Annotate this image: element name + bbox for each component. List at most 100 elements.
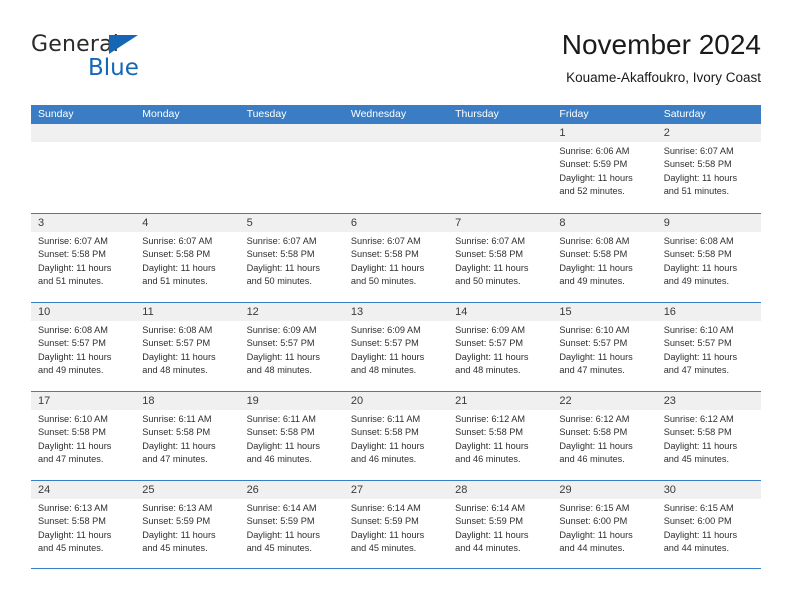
day-number: 14 <box>448 303 553 321</box>
calendar-day-cell[interactable]: 21 Sunrise: 6:12 AM Sunset: 5:58 PM Dayligh… <box>448 392 553 480</box>
calendar-day-cell[interactable]: 12 Sunrise: 6:09 AM Sunset: 5:57 PM Dayligh… <box>239 303 344 391</box>
day-details: Sunrise: 6:14 AM Sunset: 5:59 PM Daylight:… <box>344 499 448 556</box>
daylight-duration-line1: Daylight: 11 hours <box>350 262 425 273</box>
calendar-day-cell[interactable]: 30 Sunrise: 6:15 AM Sunset: 6:00 PM Dayligh… <box>656 481 761 568</box>
calendar-day-cell[interactable]: 6 Sunrise: 6:07 AM Sunset: 5:58 PM Daylight… <box>343 214 449 302</box>
calendar-day-cell[interactable]: 27 Sunrise: 6:14 AM Sunset: 5:59 PM Dayligh… <box>343 481 449 568</box>
sunset-time: Sunset: 5:58 PM <box>350 249 419 260</box>
day-details: Sunrise: 6:15 AM Sunset: 6:00 PM Daylight:… <box>552 499 656 556</box>
calendar-day-cell[interactable]: 5 Sunrise: 6:07 AM Sunset: 5:58 PM Daylight… <box>239 214 344 302</box>
daylight-duration-line1: Daylight: 11 hours <box>350 351 425 362</box>
day-details: Sunrise: 6:07 AM Sunset: 5:58 PM Daylight:… <box>657 142 761 199</box>
calendar-day-cell-empty <box>343 124 449 213</box>
daylight-duration-line1: Daylight: 11 hours <box>142 529 216 540</box>
sunset-time: Sunset: 5:58 PM <box>142 249 211 260</box>
calendar-day-cell[interactable]: 4 Sunrise: 6:07 AM Sunset: 5:58 PM Daylight… <box>135 214 240 302</box>
calendar-day-cell[interactable]: 11 Sunrise: 6:08 AM Sunset: 5:57 PM Dayligh… <box>135 303 240 391</box>
daylight-duration-line2: and 44 minutes. <box>663 543 730 554</box>
calendar-day-cell[interactable]: 20 Sunrise: 6:11 AM Sunset: 5:58 PM Dayligh… <box>343 392 449 480</box>
day-details <box>240 142 344 145</box>
day-details: Sunrise: 6:06 AM Sunset: 5:59 PM Daylight:… <box>552 142 656 199</box>
calendar-day-cell[interactable]: 15 Sunrise: 6:10 AM Sunset: 5:57 PM Dayligh… <box>552 303 657 391</box>
calendar-day-cell[interactable]: 13 Sunrise: 6:09 AM Sunset: 5:57 PM Dayligh… <box>343 303 449 391</box>
daylight-duration-line2: and 47 minutes. <box>663 365 730 376</box>
daylight-duration-line1: Daylight: 11 hours <box>559 262 633 273</box>
day-number: 27 <box>343 481 449 499</box>
day-number: 9 <box>656 214 761 232</box>
daylight-duration-line2: and 49 minutes. <box>663 276 730 287</box>
sunset-time: Sunset: 5:58 PM <box>663 249 732 260</box>
daylight-duration-line2: and 50 minutes. <box>455 276 521 287</box>
calendar-day-cell[interactable]: 19 Sunrise: 6:11 AM Sunset: 5:58 PM Dayligh… <box>239 392 344 480</box>
sunset-time: Sunset: 5:59 PM <box>350 516 419 527</box>
daylight-duration-line1: Daylight: 11 hours <box>246 529 320 540</box>
sunrise-time: Sunrise: 6:15 AM <box>559 503 630 513</box>
daylight-duration-line1: Daylight: 11 hours <box>663 529 738 540</box>
day-details: Sunrise: 6:08 AM Sunset: 5:58 PM Daylight:… <box>552 232 656 289</box>
sunset-time: Sunset: 5:58 PM <box>246 249 315 260</box>
daylight-duration-line2: and 45 minutes. <box>350 543 417 554</box>
general-blue-logo[interactable]: General Blue <box>31 32 231 88</box>
calendar-day-cell-empty <box>31 124 136 213</box>
daylight-duration-line1: Daylight: 11 hours <box>663 262 738 273</box>
day-number: 13 <box>343 303 449 321</box>
weekday-header-wednesday: Wednesday <box>350 108 407 120</box>
calendar-day-cell[interactable]: 8 Sunrise: 6:08 AM Sunset: 5:58 PM Daylight… <box>552 214 657 302</box>
calendar-day-cell[interactable]: 16 Sunrise: 6:10 AM Sunset: 5:57 PM Dayligh… <box>656 303 761 391</box>
sunset-time: Sunset: 5:57 PM <box>455 338 524 349</box>
daylight-duration-line2: and 46 minutes. <box>350 454 417 465</box>
calendar-day-cell[interactable]: 25 Sunrise: 6:13 AM Sunset: 5:59 PM Dayligh… <box>135 481 240 568</box>
daylight-duration-line2: and 46 minutes. <box>246 454 312 465</box>
daylight-duration-line1: Daylight: 11 hours <box>663 440 738 451</box>
calendar-day-cell[interactable]: 3 Sunrise: 6:07 AM Sunset: 5:58 PM Daylight… <box>31 214 136 302</box>
calendar-day-cell[interactable]: 17 Sunrise: 6:10 AM Sunset: 5:58 PM Dayligh… <box>31 392 136 480</box>
sunrise-time: Sunrise: 6:13 AM <box>142 503 213 513</box>
calendar-day-cell[interactable]: 24 Sunrise: 6:13 AM Sunset: 5:58 PM Dayligh… <box>31 481 136 568</box>
calendar-day-cell[interactable]: 10 Sunrise: 6:08 AM Sunset: 5:57 PM Dayligh… <box>31 303 136 391</box>
sunrise-time: Sunrise: 6:11 AM <box>246 414 316 424</box>
daylight-duration-line2: and 47 minutes. <box>559 365 625 376</box>
weekday-header-tuesday: Tuesday <box>246 108 287 120</box>
daylight-duration-line2: and 44 minutes. <box>559 543 625 554</box>
calendar-day-cell[interactable]: 22 Sunrise: 6:12 AM Sunset: 5:58 PM Dayligh… <box>552 392 657 480</box>
sunset-time: Sunset: 5:57 PM <box>663 338 732 349</box>
calendar-day-cell[interactable]: 14 Sunrise: 6:09 AM Sunset: 5:57 PM Dayligh… <box>448 303 553 391</box>
calendar-grid: Sunday Monday Tuesday Wednesday Thursday… <box>31 105 761 569</box>
day-details: Sunrise: 6:14 AM Sunset: 5:59 PM Daylight:… <box>448 499 552 556</box>
calendar-week-row: 10 Sunrise: 6:08 AM Sunset: 5:57 PM Dayligh… <box>31 302 761 391</box>
sunrise-time: Sunrise: 6:07 AM <box>663 146 734 156</box>
day-number: 8 <box>552 214 657 232</box>
sunset-time: Sunset: 5:58 PM <box>38 249 106 260</box>
day-details: Sunrise: 6:11 AM Sunset: 5:58 PM Daylight:… <box>344 410 448 467</box>
calendar-day-cell[interactable]: 26 Sunrise: 6:14 AM Sunset: 5:59 PM Dayligh… <box>239 481 344 568</box>
day-details: Sunrise: 6:10 AM Sunset: 5:57 PM Daylight:… <box>552 321 656 378</box>
day-details: Sunrise: 6:12 AM Sunset: 5:58 PM Daylight:… <box>657 410 761 467</box>
calendar-day-cell[interactable]: 28 Sunrise: 6:14 AM Sunset: 5:59 PM Dayligh… <box>448 481 553 568</box>
page-subtitle: Kouame-Akaffoukro, Ivory Coast <box>566 70 761 85</box>
day-details: Sunrise: 6:08 AM Sunset: 5:57 PM Daylight:… <box>31 321 135 378</box>
day-number: 20 <box>343 392 449 410</box>
calendar-day-cell[interactable]: 23 Sunrise: 6:12 AM Sunset: 5:58 PM Dayligh… <box>656 392 761 480</box>
daylight-duration-line1: Daylight: 11 hours <box>246 351 320 362</box>
daylight-duration-line2: and 51 minutes. <box>38 276 104 287</box>
day-number: 2 <box>656 124 761 142</box>
sunrise-time: Sunrise: 6:14 AM <box>455 503 526 513</box>
day-details: Sunrise: 6:11 AM Sunset: 5:58 PM Daylight:… <box>135 410 239 467</box>
sunrise-time: Sunrise: 6:09 AM <box>246 325 317 335</box>
calendar-day-cell[interactable]: 9 Sunrise: 6:08 AM Sunset: 5:58 PM Daylight… <box>656 214 761 302</box>
calendar-day-cell[interactable]: 7 Sunrise: 6:07 AM Sunset: 5:58 PM Daylight… <box>448 214 553 302</box>
calendar-day-cell[interactable]: 18 Sunrise: 6:11 AM Sunset: 5:58 PM Dayligh… <box>135 392 240 480</box>
daylight-duration-line2: and 46 minutes. <box>455 454 521 465</box>
day-details: Sunrise: 6:08 AM Sunset: 5:57 PM Daylight:… <box>135 321 239 378</box>
calendar-day-cell-empty <box>135 124 240 213</box>
calendar-day-cell[interactable]: 2 Sunrise: 6:07 AM Sunset: 5:58 PM Daylight… <box>656 124 761 213</box>
calendar-day-cell[interactable]: 29 Sunrise: 6:15 AM Sunset: 6:00 PM Dayligh… <box>552 481 657 568</box>
weekday-header-saturday: Saturday <box>663 108 706 120</box>
calendar-week-row: 3 Sunrise: 6:07 AM Sunset: 5:58 PM Daylight… <box>31 213 761 302</box>
day-details: Sunrise: 6:13 AM Sunset: 5:58 PM Daylight:… <box>31 499 135 556</box>
daylight-duration-line1: Daylight: 11 hours <box>246 440 320 451</box>
sunrise-time: Sunrise: 6:08 AM <box>142 325 213 335</box>
calendar-day-cell[interactable]: 1 Sunrise: 6:06 AM Sunset: 5:59 PM Daylight… <box>552 124 657 213</box>
day-details <box>344 142 448 145</box>
day-details <box>448 142 552 145</box>
